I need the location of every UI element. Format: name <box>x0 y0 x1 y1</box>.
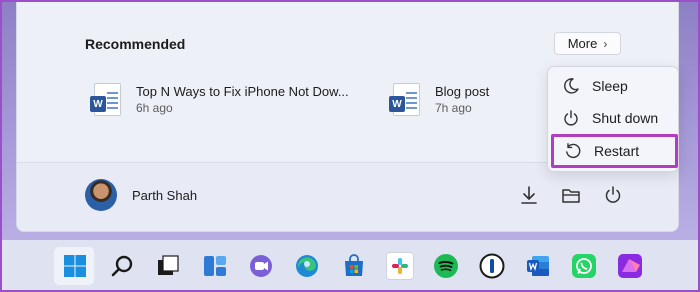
teams-chat-icon[interactable] <box>247 252 275 280</box>
microsoft-store-icon[interactable] <box>340 252 368 280</box>
recommended-item[interactable]: W Blog post 7h ago <box>389 83 490 117</box>
sleep-label: Sleep <box>592 78 628 94</box>
shut-down-option[interactable]: Shut down <box>552 103 676 133</box>
restart-icon <box>566 143 581 159</box>
power-menu: Sleep Shut down Restart <box>547 66 679 172</box>
avatar[interactable] <box>85 179 117 211</box>
moon-icon <box>564 78 579 94</box>
affinity-photo-icon[interactable] <box>616 252 644 280</box>
word-document-icon: W <box>90 83 121 116</box>
restart-option[interactable]: Restart <box>551 134 678 168</box>
1password-icon[interactable] <box>478 252 506 280</box>
recommended-item-name: Top N Ways to Fix iPhone Not Dow... <box>136 84 349 99</box>
word-icon[interactable] <box>524 252 552 280</box>
slack-icon[interactable] <box>386 252 414 280</box>
widgets-icon[interactable] <box>201 252 229 280</box>
recommended-item-time: 6h ago <box>136 101 173 115</box>
chevron-right-icon: › <box>603 36 608 51</box>
recommended-item-name: Blog post <box>435 84 490 99</box>
more-button-label: More <box>567 36 598 51</box>
restart-label: Restart <box>594 143 640 159</box>
recommended-item-time: 7h ago <box>435 101 472 115</box>
user-name[interactable]: Parth Shah <box>132 188 197 203</box>
power-icon <box>564 110 578 126</box>
recommended-heading: Recommended <box>85 36 186 52</box>
file-explorer-icon[interactable] <box>560 184 582 206</box>
whatsapp-icon[interactable] <box>570 252 598 280</box>
more-button[interactable]: More › <box>554 32 621 55</box>
download-icon[interactable] <box>518 184 540 206</box>
word-document-icon: W <box>389 83 420 116</box>
task-view-icon[interactable] <box>154 252 182 280</box>
recommended-item[interactable]: W Top N Ways to Fix iPhone Not Dow... 6h… <box>90 83 349 117</box>
power-icon[interactable] <box>602 184 624 206</box>
taskbar <box>0 240 700 292</box>
windows-start-icon[interactable] <box>61 252 89 280</box>
spotify-icon[interactable] <box>432 252 460 280</box>
sleep-option[interactable]: Sleep <box>552 71 676 101</box>
search-icon[interactable] <box>108 252 136 280</box>
edge-icon[interactable] <box>293 252 321 280</box>
shut-down-label: Shut down <box>592 110 659 126</box>
